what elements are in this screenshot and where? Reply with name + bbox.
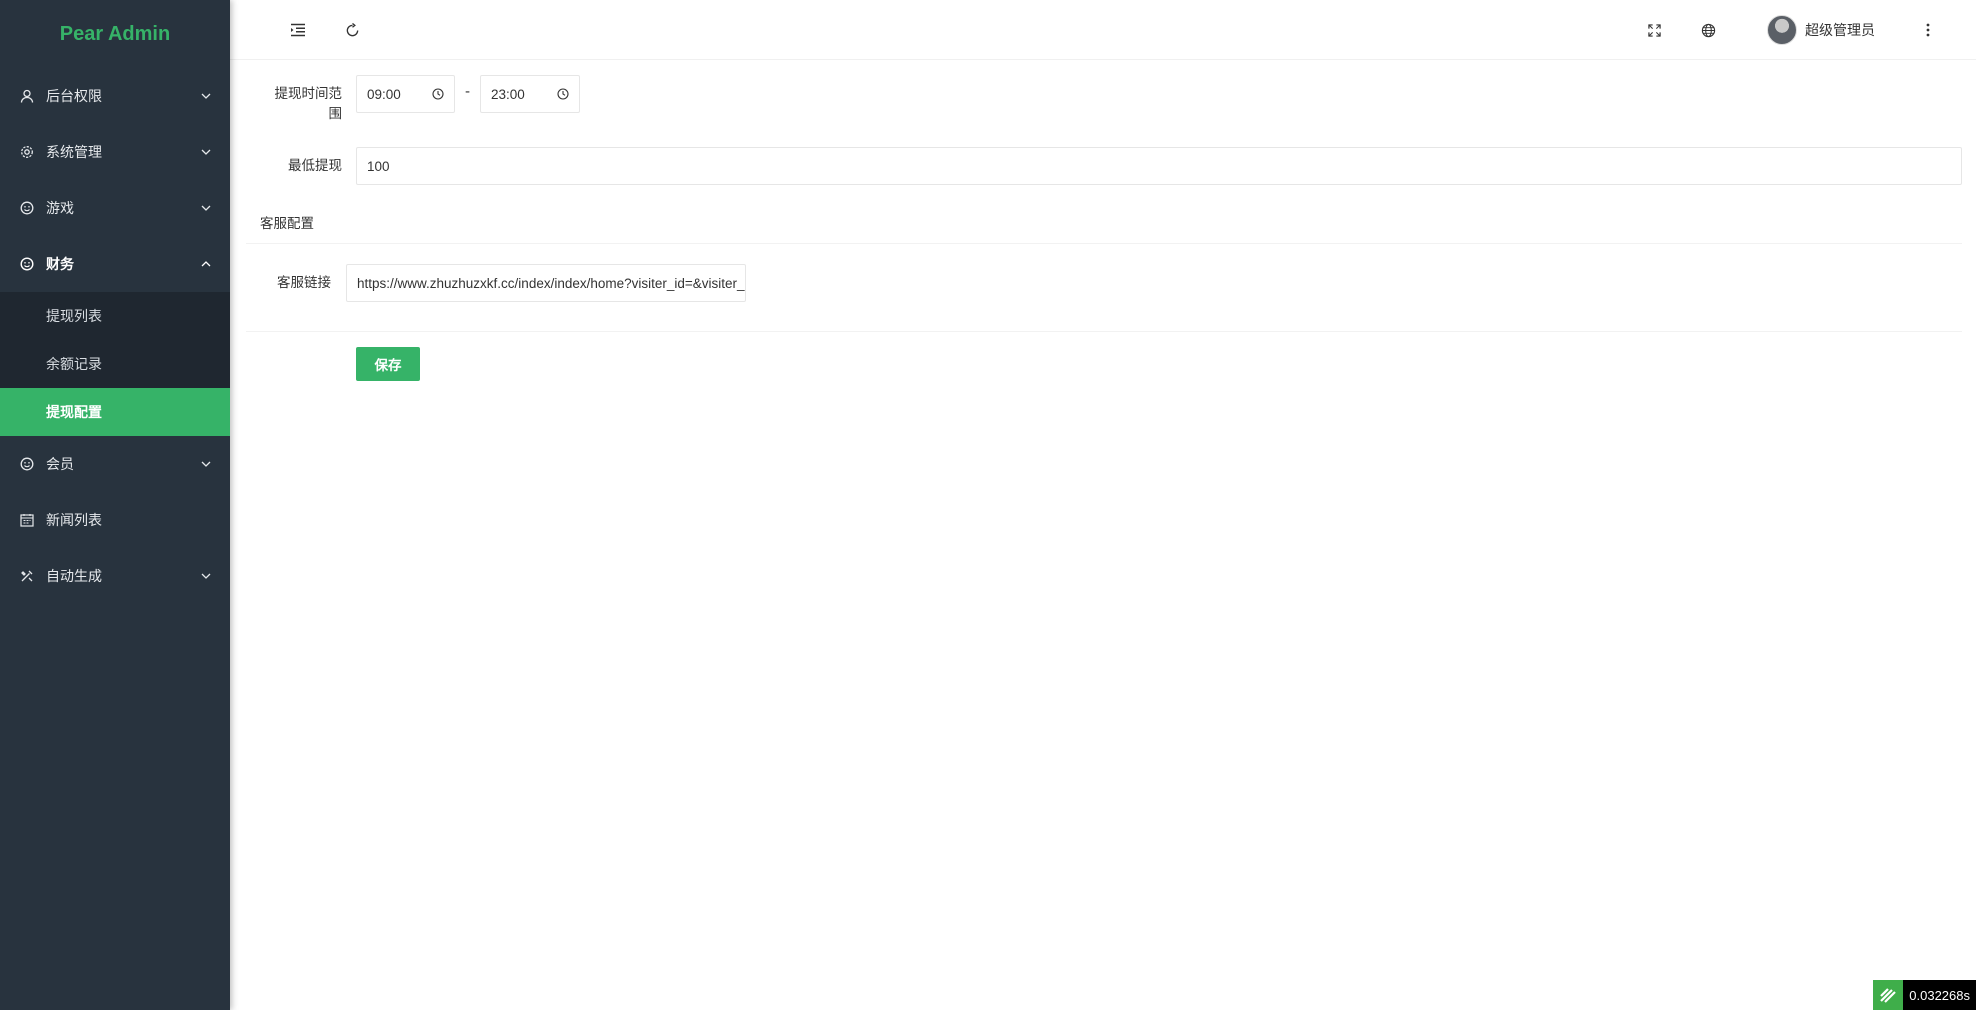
sidebar-item-system-management[interactable]: 系统管理 [0,124,230,180]
user-menu[interactable]: 超级管理员 [1767,0,1875,60]
globe-icon [1701,23,1715,37]
chevron-up-icon [201,261,211,267]
sidebar-item-balance-records[interactable]: 余额记录 [0,340,230,388]
min-withdraw-input[interactable]: 100 [356,147,1962,185]
page-timing-badge: 0.032268s [1873,980,1976,1010]
time-end-value: 23:00 [491,86,525,102]
top-header: 超级管理员 [230,0,1976,60]
menu-fold-button[interactable] [278,0,318,60]
menu-fold-icon [291,23,305,37]
min-withdraw-label: 最低提现 [288,158,342,174]
sidebar-item-label: 财务 [46,257,74,273]
smile-icon [20,257,34,271]
smile-icon [20,201,34,215]
save-button[interactable]: 保存 [356,347,420,381]
chevron-down-icon [201,205,211,211]
chevron-down-icon [201,149,211,155]
section-title-customer-service: 客服配置 [260,216,314,232]
time-end-input[interactable]: 23:00 [480,75,580,113]
user-icon [20,89,34,103]
service-link-label: 客服链接 [277,275,331,291]
sidebar-item-withdraw-config[interactable]: 提现配置 [0,388,230,436]
time-start-value: 09:00 [367,86,401,102]
sidebar-item-label: 自动生成 [46,569,102,585]
smile-icon [20,457,34,471]
more-options-button[interactable] [1908,0,1948,60]
language-button[interactable] [1688,0,1728,60]
fullscreen-button[interactable] [1634,0,1674,60]
gear-icon [20,145,34,159]
time-separator: - [465,84,471,100]
section-divider [246,243,1962,244]
user-name: 超级管理员 [1805,23,1875,39]
more-vertical-icon [1926,23,1930,37]
sidebar-item-label: 游戏 [46,201,74,217]
sidebar-item-label: 后台权限 [46,89,102,105]
framework-logo-icon [1873,980,1904,1010]
sidebar-item-label: 新闻列表 [46,513,102,529]
min-withdraw-value: 100 [367,158,390,174]
refresh-icon [346,22,358,36]
tools-icon [20,569,34,583]
chevron-down-icon [201,461,211,467]
sidebar-item-news-list[interactable]: 新闻列表 [0,492,230,548]
sidebar-submenu-finance: 提现列表 余额记录 提现配置 [0,292,230,436]
refresh-button[interactable] [332,0,372,60]
sidebar-item-admin-permissions[interactable]: 后台权限 [0,68,230,124]
fullscreen-icon [1647,23,1661,37]
clock-icon [557,88,569,100]
sidebar-item-finance[interactable]: 财务 [0,236,230,292]
timing-value: 0.032268s [1903,980,1976,1010]
sidebar-item-label: 会员 [46,457,74,473]
sidebar-item-auto-generate[interactable]: 自动生成 [0,548,230,604]
calendar-icon [20,513,34,527]
app-logo[interactable]: Pear Admin [0,0,230,68]
chevron-down-icon [201,573,211,579]
avatar [1767,15,1797,45]
sidebar-item-games[interactable]: 游戏 [0,180,230,236]
time-start-input[interactable]: 09:00 [356,75,455,113]
sidebar-item-label: 系统管理 [46,145,102,161]
sidebar: Pear Admin 后台权限 系统管理 游戏 财务 提现列表 余额记录 提现配… [0,0,230,1010]
service-link-value: https://www.zhuzhuzxkf.cc/index/index/ho… [357,275,745,291]
sidebar-item-withdraw-list[interactable]: 提现列表 [0,292,230,340]
clock-icon [432,88,444,100]
sidebar-item-members[interactable]: 会员 [0,436,230,492]
time-range-label: 提现时间范围 [274,86,343,122]
section-divider [246,331,1962,332]
chevron-down-icon [201,93,211,99]
service-link-input[interactable]: https://www.zhuzhuzxkf.cc/index/index/ho… [346,264,746,302]
